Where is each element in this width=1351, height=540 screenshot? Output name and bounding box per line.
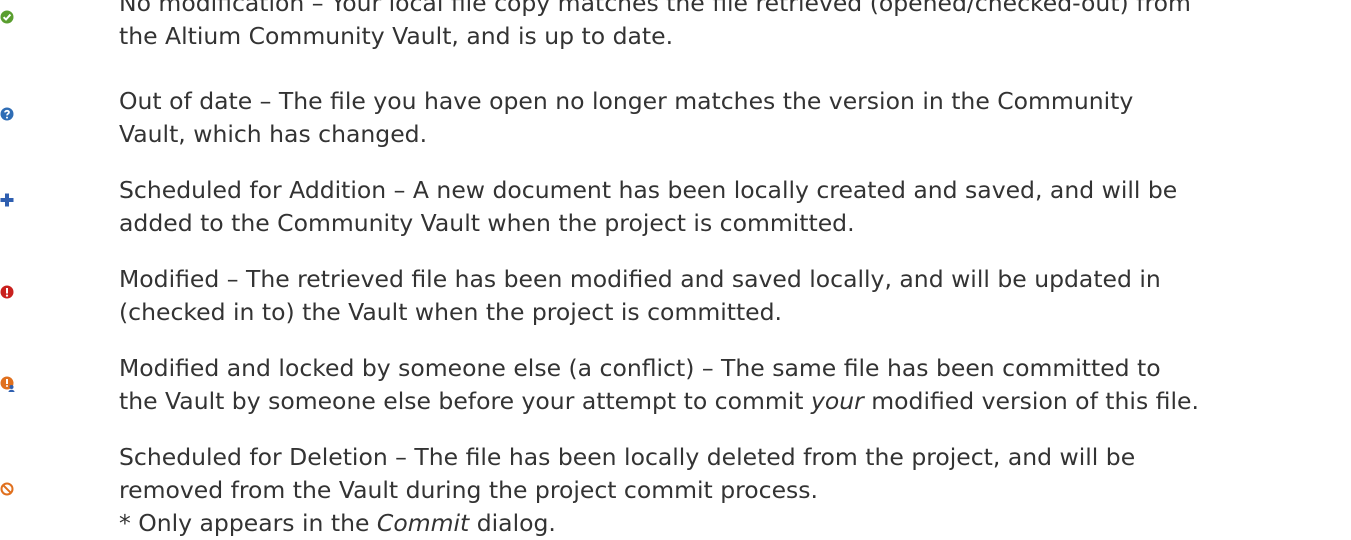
item-text-segment: * Only appears in the	[119, 509, 377, 537]
item-text-line: (checked in to) the Vault when the proje…	[119, 298, 783, 326]
question-icon	[0, 107, 14, 121]
item-text-line: added to the Community Vault when the pr…	[119, 209, 855, 237]
check-icon	[0, 10, 14, 24]
item-text-line: the Altium Community Vault, and is up to…	[119, 22, 674, 50]
item-text-line: No modification – Your local file copy m…	[119, 0, 1191, 17]
item-text-line: Modified and locked by someone else (a c…	[119, 354, 1161, 382]
item-text-line: removed from the Vault during the projec…	[119, 476, 818, 504]
item-text-line: Modified – The retrieved file has been m…	[119, 265, 1161, 293]
item-text-note: * Only appears in the Commit dialog.	[119, 507, 1344, 540]
item-text-line: Out of date – The file you have open no …	[119, 87, 1134, 115]
item-text-segment: dialog.	[469, 509, 556, 537]
item-text-line: Scheduled for Addition – A new document …	[119, 176, 1178, 204]
item-text-segment: the Vault by someone else before your at…	[119, 387, 811, 415]
item-text-emphasis: Commit	[376, 509, 470, 537]
item-text-line-2: the Vault by someone else before your at…	[119, 385, 1344, 418]
item-text-line: Scheduled for Deletion – The file has be…	[119, 443, 1136, 471]
plus-icon	[0, 193, 14, 207]
exclamation-icon	[0, 285, 14, 299]
item-text-emphasis: your	[810, 387, 864, 415]
item-text-line: Vault, which has changed.	[119, 120, 428, 148]
prohibited-icon	[0, 482, 14, 496]
item-text-segment: modified version of this file.	[863, 387, 1199, 415]
conflict-user-icon	[0, 376, 15, 392]
